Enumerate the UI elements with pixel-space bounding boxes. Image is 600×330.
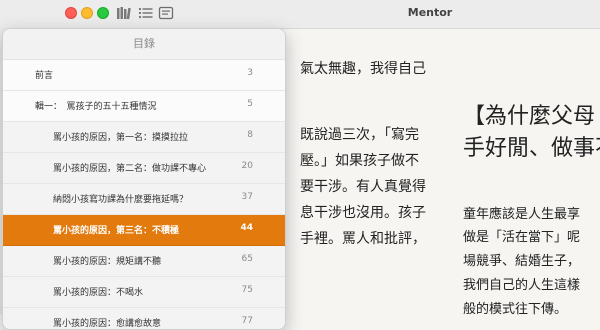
- toc-item-label: 罵小孩的原因：愈講愈故意: [53, 319, 162, 329]
- toc-item[interactable]: 前言 3: [3, 60, 285, 91]
- text-line: 息干涉也沒用。孩子: [300, 205, 426, 221]
- chapter-heading: 【為什麼父母: [463, 104, 596, 129]
- toc-item[interactable]: 納悶小孩寫功課為什麼要拖延嗎？ 37: [3, 184, 285, 215]
- toc-item[interactable]: 罵小孩的原因：不喝水 75: [3, 277, 285, 308]
- toc-item-selected[interactable]: 罵小孩的原因，第三名：不積極 44: [3, 215, 285, 246]
- toc-item-page: 8: [247, 130, 253, 140]
- text-line: 氣太無趣，我得自己: [300, 61, 426, 77]
- toc-item-label: 罵小孩的原因：規矩講不聽: [53, 257, 162, 267]
- text-line: 做是「活在當下」呢: [463, 230, 581, 245]
- text-line: 壓。」如果孩子做不: [300, 153, 419, 169]
- text-line: 既說過三次，「寫完: [300, 127, 419, 143]
- text-line: 要干涉。有人真覺得: [300, 179, 426, 195]
- toc-item-label: 納悶小孩寫功課為什麼要拖延嗎？: [53, 195, 189, 205]
- toc-item[interactable]: 罵小孩的原因，第一名：摸摸拉拉 8: [3, 122, 285, 153]
- list-icon[interactable]: [138, 6, 154, 20]
- minimize-window-button[interactable]: [81, 7, 93, 19]
- toc-item[interactable]: 罵小孩的原因：愈講愈故意 77: [3, 308, 285, 329]
- toc-item-page: 3: [247, 68, 253, 78]
- toc-title: 目錄: [3, 29, 285, 60]
- toc-item-page: 65: [241, 254, 253, 264]
- toc-item-label: 罵小孩的原因，第三名：不積極: [53, 226, 180, 236]
- toc-item-page: 44: [240, 223, 253, 233]
- zoom-window-button[interactable]: [97, 7, 109, 19]
- chapter-heading: 手好閒、做事不: [463, 136, 600, 161]
- text-line: 手裡。罵人和批評，: [300, 231, 426, 247]
- toc-popover: 目錄 前言 3 輯一： 罵孩子的五十五種情況 5 罵小孩的原因，第一名：摸摸拉拉…: [2, 28, 286, 330]
- close-window-button[interactable]: [65, 7, 77, 19]
- text-line: 場競爭、結婚生子，: [463, 254, 581, 269]
- toc-item-label: 罵小孩的原因：不喝水: [53, 288, 144, 298]
- notes-icon[interactable]: [158, 6, 174, 20]
- toc-item-label: 輯一： 罵孩子的五十五種情況: [35, 102, 157, 112]
- toc-item-page: 20: [241, 161, 253, 171]
- toc-item-page: 75: [241, 285, 253, 295]
- toc-item-label: 罵小孩的原因，第二名：做功課不專心: [53, 164, 207, 174]
- toc-item[interactable]: 罵小孩的原因：規矩講不聽 65: [3, 246, 285, 277]
- text-line: 般的模式往下傳。: [463, 302, 568, 317]
- toc-item-label: 前言: [35, 71, 54, 81]
- toc-item-page: 77: [241, 316, 253, 326]
- toc-item-label: 罵小孩的原因，第一名：摸摸拉拉: [53, 133, 189, 143]
- toc-item[interactable]: 輯一： 罵孩子的五十五種情況 5: [3, 91, 285, 122]
- text-line: 童年應該是人生最享: [463, 207, 581, 222]
- toc-item[interactable]: 罵小孩的原因，第二名：做功課不專心 20: [3, 153, 285, 184]
- toc-item-page: 37: [241, 192, 253, 202]
- toc-item-page: 5: [247, 99, 253, 109]
- library-icon[interactable]: [116, 6, 132, 20]
- text-line: 我們自己的人生這樣: [463, 278, 581, 293]
- title-bar: Mentor: [0, 0, 600, 29]
- window-title: Mentor: [407, 6, 453, 19]
